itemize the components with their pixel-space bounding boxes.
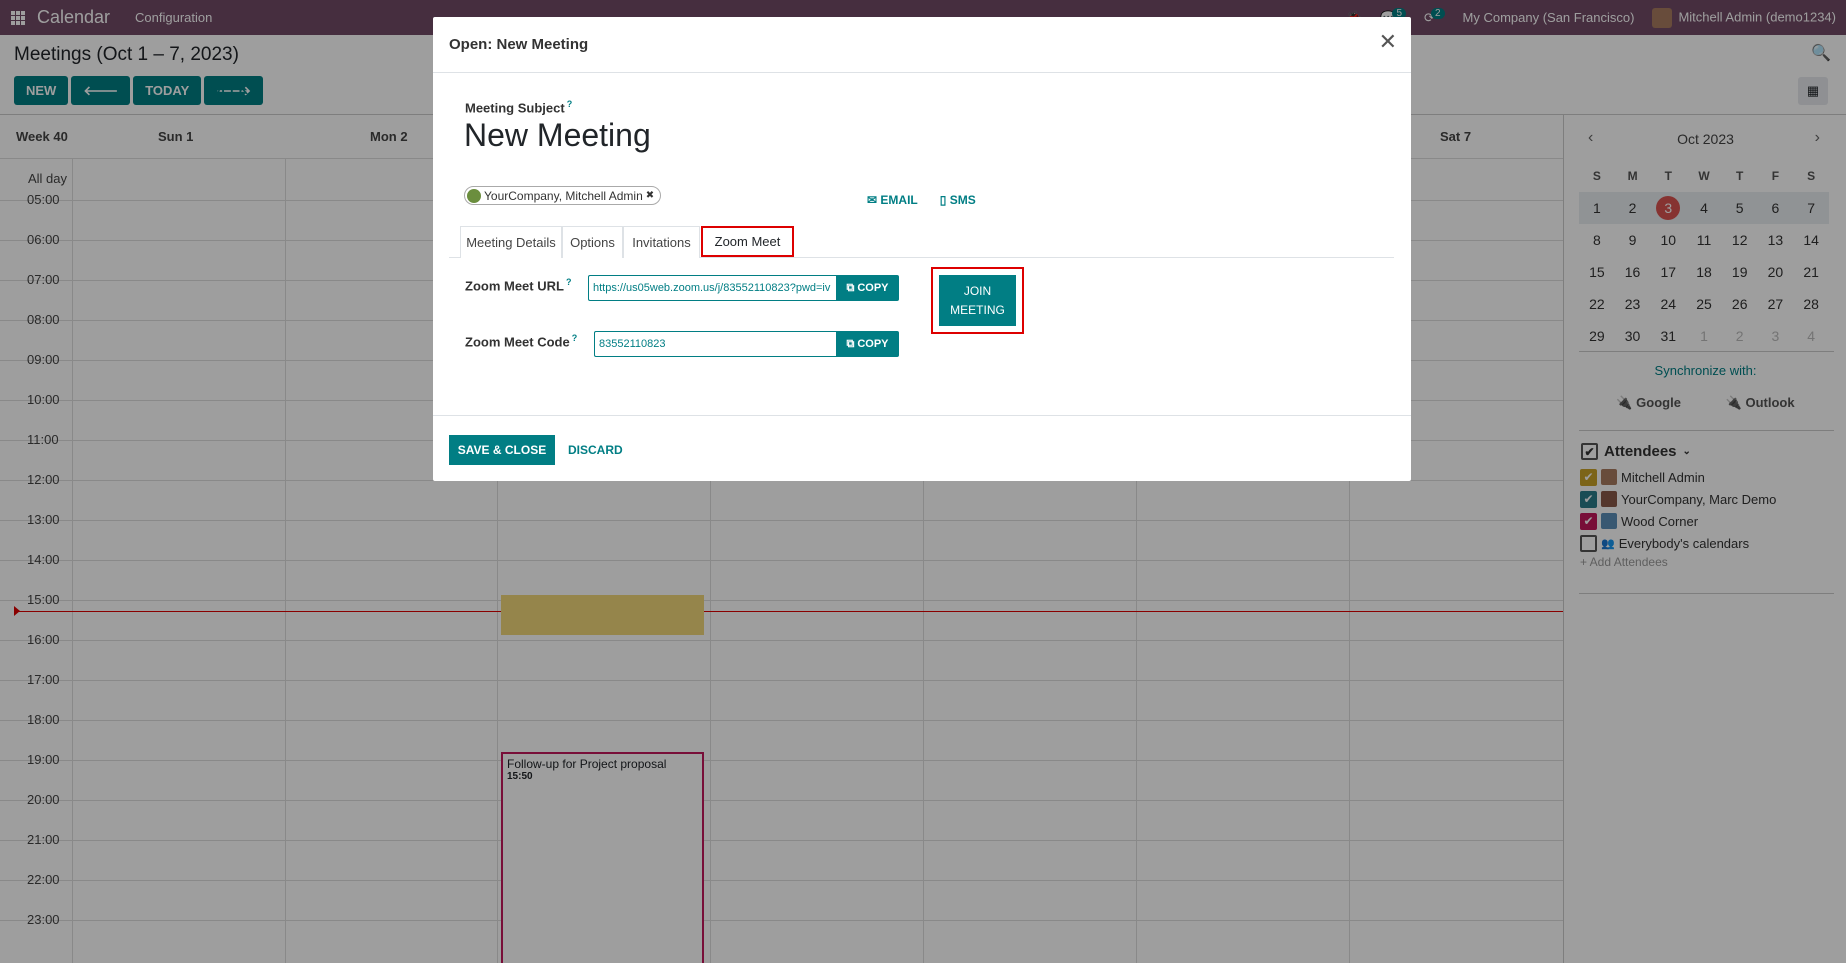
copy-icon: ⧉ [846,281,855,294]
dialog-header: Open: New Meeting [433,17,1411,73]
tab-options[interactable]: Options [562,226,623,258]
dialog-title: Open: New Meeting [449,36,589,53]
sms-label: SMS [949,193,976,207]
help-icon[interactable]: ? [567,99,573,109]
attendee-tag-label: YourCompany, Mitchell Admin [484,188,643,203]
help-icon[interactable]: ? [566,277,572,287]
copy-code-button-inner[interactable]: ⧉ COPY [836,331,899,357]
email-button[interactable]: ✉ EMAIL [867,193,918,207]
zoom-url-label-text: Zoom Meet URL [465,278,564,294]
zoom-url-field[interactable]: https://us05web.zoom.us/j/83552110823?pw… [588,275,836,301]
email-label: EMAIL [880,193,918,207]
close-icon[interactable]: ✕ [1379,29,1397,55]
zoom-url-label: Zoom Meet URL? [465,277,571,293]
copy-url-button-inner[interactable]: ⧉ COPY [836,275,899,301]
join-label-line2: MEETING [950,302,1005,317]
tab-meeting-details[interactable]: Meeting Details [460,226,562,258]
contact-links: ✉ EMAIL ▯ SMS [867,193,976,207]
join-meeting-highlight: JOIN MEETING [931,267,1024,334]
copy-url-button[interactable]: ⧉ COPY [836,275,899,301]
sms-button[interactable]: ▯ SMS [940,193,976,207]
zoom-code-label: Zoom Meet Code? [465,333,577,349]
dialog-tabs: Meeting Details Options Invitations Zoom… [449,226,1394,258]
join-meeting-button[interactable]: JOIN MEETING [939,275,1016,326]
tab-invitations[interactable]: Invitations [623,226,700,258]
copy-code-button[interactable]: ⧉ COPY [836,331,899,357]
discard-button[interactable]: DISCARD [568,443,623,457]
copy-code-label: COPY [857,338,889,350]
mobile-icon: ▯ [939,193,947,207]
copy-url-label: COPY [857,282,889,294]
subject-label: Meeting Subject? [465,99,572,115]
dialog-footer-divider [433,415,1411,416]
copy-icon: ⧉ [846,337,855,350]
envelope-icon: ✉ [867,193,878,207]
remove-tag-icon[interactable]: ✖ [646,190,654,201]
attendee-tag[interactable]: YourCompany, Mitchell Admin ✖ [464,186,662,205]
save-close-button[interactable]: SAVE & CLOSE [449,435,555,465]
attendee-tag-avatar [467,188,481,203]
tab-zoom-meet[interactable]: Zoom Meet [701,226,794,257]
zoom-code-label-text: Zoom Meet Code [465,334,570,350]
subject-input[interactable]: New Meeting [464,117,651,154]
join-label-line1: JOIN [963,283,992,298]
subject-label-text: Meeting Subject [465,100,565,116]
meeting-dialog: Open: New Meeting ✕ Meeting Subject? New… [433,17,1411,481]
help-icon[interactable]: ? [572,333,578,343]
zoom-code-field[interactable]: 83552110823 [594,331,836,357]
